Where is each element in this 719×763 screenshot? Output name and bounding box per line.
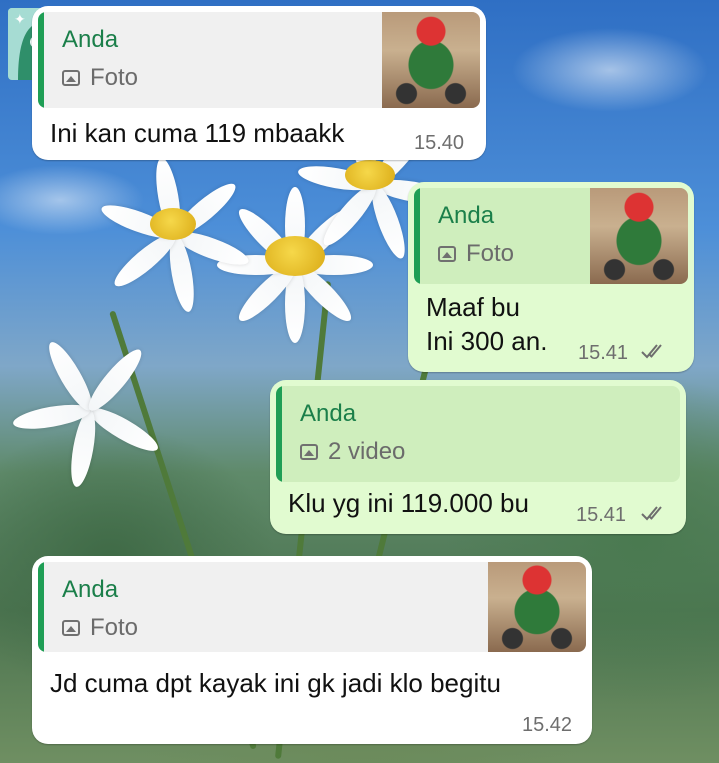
message-text-line: Ini 300 an. <box>426 326 548 356</box>
message-bubble-incoming[interactable]: Anda Foto Ini kan cuma 119 mbaakk 15.40 <box>32 6 486 160</box>
message-text: Jd cuma dpt kayak ini gk jadi klo begitu <box>50 668 501 698</box>
image-icon <box>300 444 318 460</box>
quote-author: Anda <box>438 202 495 229</box>
double-check-icon <box>641 344 662 359</box>
quote-accent-bar <box>276 386 282 482</box>
quote-media-label-row: 2 video <box>300 438 405 466</box>
image-icon <box>62 620 80 636</box>
quote-author: Anda <box>300 400 357 427</box>
quote-author: Anda <box>62 576 119 603</box>
quoted-reply[interactable]: Anda Foto <box>414 188 688 284</box>
message-bubble-outgoing[interactable]: Anda 2 video Klu yg ini 119.000 bu 15.41 <box>270 380 686 534</box>
message-timestamp: 15.41 <box>576 504 627 526</box>
quote-accent-bar <box>38 12 44 108</box>
flower-petal <box>82 343 148 417</box>
message-text: Ini kan cuma 119 mbaakk <box>50 118 345 148</box>
flower-center <box>265 236 325 276</box>
message-text-line: Maaf bu <box>426 292 520 322</box>
quote-media-label-row: Foto <box>62 614 138 642</box>
message-timestamp: 15.41 <box>578 342 629 364</box>
message-bubble-outgoing[interactable]: Anda Foto Maaf bu Ini 300 an. 15.41 <box>408 182 694 372</box>
svg-text:✦: ✦ <box>14 12 26 28</box>
message-timestamp: 15.42 <box>522 714 573 736</box>
quote-thumbnail <box>590 188 688 284</box>
message-timestamp: 15.40 <box>414 132 465 154</box>
quote-media-label: Foto <box>466 240 515 267</box>
quote-thumbnail <box>382 12 480 108</box>
quoted-reply[interactable]: Anda Foto <box>38 562 586 652</box>
message-text: Klu yg ini 119.000 bu <box>288 488 529 518</box>
quote-author: Anda <box>62 26 119 53</box>
quote-media-label: Foto <box>90 64 139 91</box>
message-bubble-incoming[interactable]: Anda Foto Jd cuma dpt kayak ini gk jadi … <box>32 556 592 744</box>
quote-media-label-row: Foto <box>62 64 138 92</box>
double-check-icon <box>641 506 662 521</box>
flower-center <box>345 160 395 190</box>
quoted-reply[interactable]: Anda 2 video <box>276 386 680 482</box>
quote-accent-bar <box>414 188 420 284</box>
quote-media-label-row: Foto <box>438 240 514 268</box>
image-icon <box>438 246 456 262</box>
image-icon <box>62 70 80 86</box>
quoted-reply[interactable]: Anda Foto <box>38 12 480 108</box>
quote-thumbnail <box>488 562 586 652</box>
flower-center <box>150 208 196 240</box>
quote-media-label: 2 video <box>328 438 406 465</box>
quote-accent-bar <box>38 562 44 652</box>
quote-media-label: Foto <box>90 614 139 641</box>
